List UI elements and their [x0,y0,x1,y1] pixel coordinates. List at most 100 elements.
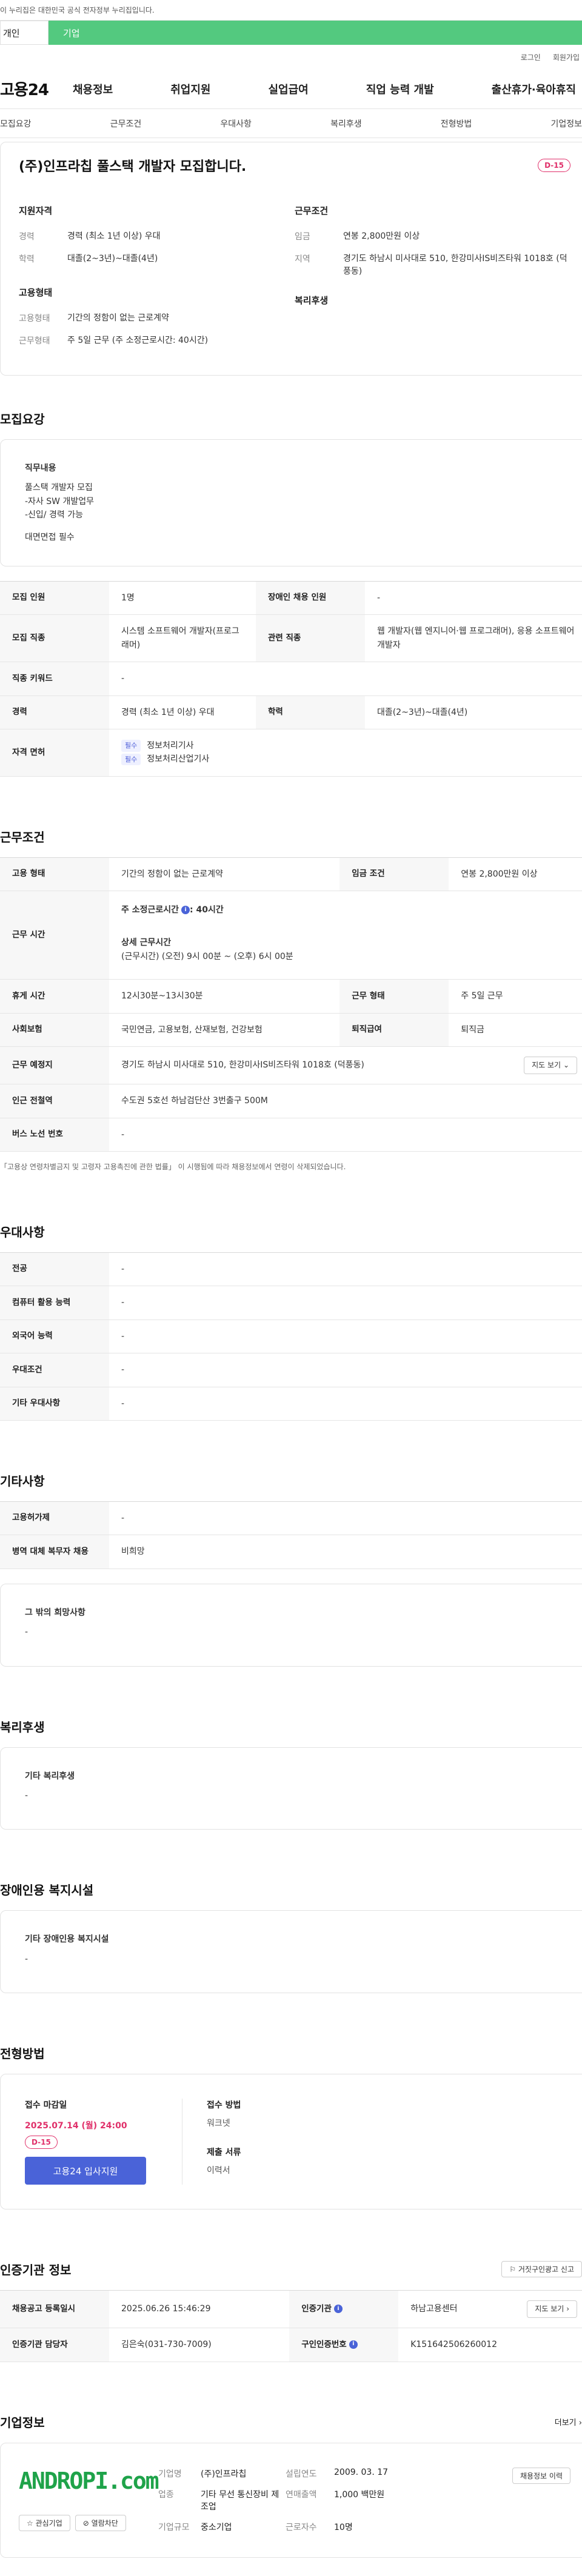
duty-box: 직무내용 풀스택 개발자 모집 -자사 SW 개발업무 -신입/ 경력 가능 대… [0,439,582,566]
welfare-box-value: - [25,1790,28,1801]
block-company-button[interactable]: ⊘ 열람차단 [75,2514,126,2531]
gnb-item-benefit[interactable]: 실업급여 [269,81,309,97]
map-view-button[interactable]: 지도 보기 ⌄ [524,1057,577,1075]
disab-box-heading: 기타 장애인용 복지시설 [25,1934,109,1945]
docs-value: 이력서 [207,2166,230,2176]
apply-button[interactable]: 고용24 입사지원 [25,2157,146,2185]
company-more-link[interactable]: 더보기 › [555,2416,582,2428]
table-cell: - [109,1387,582,1421]
table-cell: - [109,1353,582,1387]
star-icon: ☆ [27,2518,33,2528]
tab-personal[interactable]: 개인 [0,21,48,45]
company-more-label: 더보기 [554,2418,577,2428]
license-cell: 필수 정보처리기사 필수 정보처리산업기사 [109,729,582,777]
docs-heading: 제출 서류 [207,2148,241,2158]
work-time-cell: 주 소정근로시간 i: 40시간 상세 근무시간 (근무시간) (오전) 9시 0… [109,891,582,980]
chevron-right-icon: › [578,2418,582,2428]
emptype-value: 기간의 정함이 없는 근로계약 [67,313,169,323]
table-row: 직종 키워드 - [0,662,582,696]
detail-hours-value: (근무시간) (오전) 9시 00분 ~ (오후) 6시 00분 [121,951,293,961]
gnb-item-leave[interactable]: 출산휴가·육아휴직 [492,81,576,97]
job-history-button[interactable]: 채용정보 이력 [512,2467,570,2484]
etc-section-title: 기타사항 [0,1473,45,1489]
employees-label: 근로자수 [286,2522,317,2532]
pref-table: 전공 - 컴퓨터 활용 능력 - 외국어 능력 - 우대조건 - 기타 우대사항 - [0,1252,582,1421]
info-icon[interactable]: i [181,906,190,915]
emp-heading: 고용형태 [19,287,53,298]
report-icon: ⚐ [509,2265,517,2274]
etc-box-value: - [25,1627,28,1638]
utility-menu: 로그인 회원가입 [0,45,582,69]
sales-label: 연매출액 [286,2489,317,2500]
license-name: 정보처리기사 [147,740,194,751]
sales-value: 1,000 백만원 [334,2489,385,2500]
cert-map-button[interactable]: 지도 보기 › [527,2300,577,2319]
join-link[interactable]: 회원가입 [553,52,580,62]
favorite-company-button[interactable]: ☆ 관심기업 [19,2514,70,2531]
table-row: 인근 전철역 수도권 5호선 하남검단산 3번출구 500M [0,1084,582,1118]
table-cell: 국민연금, 고용보험, 산재보험, 건강보험 [109,1013,340,1047]
welfare-heading: 복리후생 [295,295,329,306]
job-title: (주)인프라칩 풀스택 개발자 모집합니다. [19,159,247,174]
table-header-cell: 직종 키워드 [0,662,109,696]
login-link[interactable]: 로그인 [521,52,541,62]
company-info-grid: 기업명 (주)인프라칩 설립연도 2009. 03. 17 업종 기타 무선 통신장비… [158,2468,419,2533]
recruit-table: 모집 인원 1명 장애인 채용 인원 - 모집 직종 시스템 소프트웨어 개발자(프로그… [0,580,582,777]
subnav-pref[interactable]: 우대사항 [220,118,252,130]
apply-dday-badge: D-15 [25,2136,58,2149]
disab-section-title: 장애인용 복지시설 [0,1883,94,1898]
table-row: 고용허가제 - [0,1501,582,1536]
table-header-cell: 고용 형태 [0,857,109,892]
gnb-item-training[interactable]: 직업 능력 개발 [366,81,434,97]
subnav-work[interactable]: 근무조건 [110,118,142,130]
table-header-cell: 모집 인원 [0,581,109,616]
duty-line: 풀스택 개발자 모집 [25,483,93,493]
subnav-recruit[interactable]: 모집요강 [0,118,32,130]
dday-badge: D-15 [538,159,570,172]
cond-heading: 근무조건 [295,205,329,216]
region-label: 지역 [295,254,310,264]
table-header-cell: 사회보험 [0,1013,109,1047]
section-nav: 모집요강 근무조건 우대사항 복리후생 전형방법 기업정보 [0,109,582,138]
subnav-apply[interactable]: 전형방법 [441,118,472,130]
table-header-cell: 전공 [0,1252,109,1287]
table-header-cell: 기타 우대사항 [0,1387,109,1421]
info-icon[interactable]: i [333,2304,343,2313]
table-cell: - [109,1118,582,1152]
cert-org-label: 인증기관 [301,2303,332,2314]
gnb-item-support[interactable]: 취업지원 [170,81,210,97]
industry-label: 업종 [158,2489,174,2500]
subnav-company[interactable]: 기업정보 [550,118,582,130]
table-cell: - [364,581,582,616]
tab-corp[interactable]: 기업 [48,21,582,45]
work-section-title: 근무조건 [0,829,45,845]
table-cell: - [109,1320,582,1354]
global-nav: 고용24 채용정보 취업지원 실업급여 직업 능력 개발 출산휴가·육아휴직 [0,69,582,109]
site-logo[interactable]: 고용24 [0,78,73,100]
table-header-cell: 근무 시간 [0,891,109,980]
detail-hours-label: 상세 근무시간 [121,938,172,948]
table-row: 휴게 시간 12시30분~13시30분 근무 형태 주 5일 근무 [0,979,582,1014]
gnb-item-jobs[interactable]: 채용정보 [73,81,113,97]
subnav-welfare[interactable]: 복리후생 [330,118,362,130]
table-row: 컴퓨터 활용 능력 - [0,1286,582,1320]
company-box: ANDROPI.com ☆ 관심기업 ⊘ 열람차단 기업명 (주)인프라칩 설립연… [0,2442,582,2558]
table-header-cell: 경력 [0,695,109,729]
table-row: 고용 형태 기간의 정함이 없는 근로계약 임금 조건 연봉 2,800만원 이상 [0,857,582,892]
report-button[interactable]: ⚐ 거짓구인광고 신고 [501,2261,582,2278]
table-cell: 수도권 5호선 하남검단산 3번출구 500M [109,1084,582,1118]
table-header-cell: 자격 면허 [0,729,109,777]
table-header-cell: 관련 직종 [255,614,365,663]
recruit-section-title: 모집요강 [0,412,45,427]
company-logo: ANDROPI.com [19,2467,159,2494]
table-row: 병역 대체 복무자 채용 비희망 [0,1535,582,1569]
table-row: 외국어 능력 - [0,1320,582,1354]
table-cell: 1명 [109,581,256,616]
chevron-down-icon: ⌄ [563,1061,569,1070]
table-header-cell: 퇴직급여 [340,1013,449,1047]
info-icon[interactable]: i [349,2340,358,2349]
company-name-value: (주)인프라칩 [201,2469,247,2479]
block-icon: ⊘ [82,2518,89,2528]
table-cell: 김은숙(031-730-7009) [109,2328,290,2362]
cert-map-label: 지도 보기 [535,2305,564,2314]
